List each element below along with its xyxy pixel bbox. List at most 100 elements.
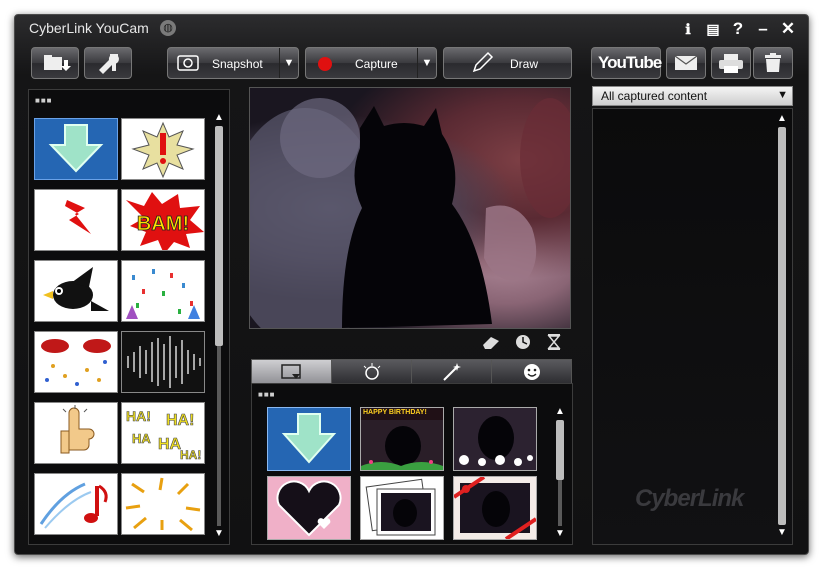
- clock-icon[interactable]: [514, 333, 532, 351]
- delete-button[interactable]: [753, 47, 793, 79]
- youtube-button[interactable]: YouTube: [591, 47, 662, 79]
- bubbles-effect: [459, 416, 533, 466]
- chevron-down-icon[interactable]: ▼: [777, 89, 788, 101]
- effect-heart-frame[interactable]: [267, 476, 351, 540]
- print-button[interactable]: [711, 47, 751, 79]
- open-folder-icon: [44, 55, 71, 71]
- tab-magic[interactable]: [411, 359, 492, 384]
- captured-scroll-thumb[interactable]: [778, 127, 786, 525]
- effects-panel-scrollbar[interactable]: ▲ ▼: [554, 406, 566, 540]
- svg-text:HA!: HA!: [180, 448, 201, 462]
- info-icon[interactable]: ℹ: [677, 18, 699, 40]
- content-filter-dropdown[interactable]: All captured content ▼: [592, 86, 793, 106]
- left-panel-scrollbar[interactable]: ▲ ▼: [213, 112, 225, 540]
- svg-text:HA!: HA!: [166, 412, 194, 429]
- happy-birthday-effect: [361, 408, 443, 470]
- bam-comic-icon: BAM!: [126, 192, 204, 250]
- tab-frames[interactable]: [251, 359, 332, 384]
- captured-scroll-up-arrow[interactable]: ▲: [776, 113, 788, 125]
- content-filter-value: All captured content: [601, 89, 708, 103]
- download-arrow-effect: [281, 413, 337, 464]
- draw-label: Draw: [510, 57, 539, 71]
- sparks-icon: [125, 477, 201, 532]
- effect-happy-birthday[interactable]: HAPPY BIRTHDAY!: [360, 407, 444, 471]
- bird-icon: [43, 267, 109, 311]
- captured-scroll-down-arrow[interactable]: ▼: [776, 527, 788, 539]
- effects-thumbnail-panel: ■■■ HAPPY BIRTHDAY! ▲ ▼: [251, 383, 573, 545]
- pencil-icon: [472, 51, 494, 73]
- tile-sound-wave[interactable]: [121, 331, 205, 393]
- snapshot-dropdown-arrow[interactable]: ▼: [279, 48, 298, 78]
- svg-text:HA: HA: [132, 431, 151, 446]
- hourglass-icon[interactable]: [546, 333, 562, 351]
- haha-text-icon: HA! HA!HA HAHA!: [126, 408, 202, 463]
- lightning-bolt-icon: [65, 200, 91, 234]
- tools-button[interactable]: [84, 47, 132, 79]
- tools-icon: [99, 54, 119, 74]
- cyberlink-watermark: CyberLink: [635, 485, 744, 512]
- captured-content-panel: ▲ ▼: [592, 108, 793, 545]
- effects-scroll-thumb[interactable]: [556, 420, 564, 480]
- email-button[interactable]: [666, 47, 706, 79]
- scroll-up-arrow[interactable]: ▲: [213, 112, 225, 124]
- capture-button[interactable]: Capture ▼: [305, 47, 437, 79]
- settings-icon[interactable]: ▤: [702, 18, 724, 40]
- svg-text:HA!: HA!: [126, 408, 151, 424]
- effects-scroll-down-arrow[interactable]: ▼: [554, 528, 566, 540]
- snapshot-label: Snapshot: [212, 57, 263, 71]
- effect-download-arrow[interactable]: [267, 407, 351, 471]
- heart-frame-effect: [276, 480, 342, 537]
- tile-lightning-bolt[interactable]: [34, 189, 118, 251]
- minimize-icon[interactable]: –: [752, 18, 774, 40]
- ribbon-frame-effect: [454, 477, 536, 539]
- snapshot-button[interactable]: Snapshot ▼: [167, 47, 299, 79]
- effects-panel-header: ■■■: [258, 390, 276, 399]
- youcam-window: CyberLink YouCam ◍ ℹ ▤ ? – ✕ Snapshot ▼ …: [14, 14, 809, 555]
- frame-tab-icon: [280, 364, 301, 379]
- tile-lips-confetti[interactable]: [34, 331, 118, 393]
- eraser-icon[interactable]: [481, 333, 501, 351]
- title-bar: CyberLink YouCam ◍ ℹ ▤ ? – ✕: [15, 15, 808, 43]
- thumbs-up-icon: [60, 405, 95, 454]
- tab-emotions[interactable]: [331, 359, 412, 384]
- globe-icon[interactable]: ◍: [160, 20, 176, 36]
- open-folder-button[interactable]: [31, 47, 79, 79]
- confetti-icon: [126, 269, 200, 319]
- effect-bubbles[interactable]: [453, 407, 537, 471]
- webcam-image: [250, 98, 570, 328]
- exclamation-burst-icon: [131, 121, 195, 179]
- effects-tab-bar: [251, 359, 572, 384]
- effects-scroll-up-arrow[interactable]: ▲: [554, 406, 566, 418]
- happy-birthday-text: HAPPY BIRTHDAY!: [363, 409, 427, 416]
- draw-button[interactable]: Draw: [443, 47, 572, 79]
- sound-wave-icon: [127, 336, 201, 388]
- tile-music-note[interactable]: [34, 473, 118, 535]
- close-icon[interactable]: ✕: [777, 18, 799, 40]
- svg-text:HA: HA: [158, 436, 182, 453]
- help-icon[interactable]: ?: [727, 18, 749, 40]
- tile-thumbs-up[interactable]: [34, 402, 118, 464]
- webcam-preview: [249, 87, 571, 329]
- scroll-thumb[interactable]: [215, 126, 223, 346]
- emotion-tab-icon: [363, 363, 380, 380]
- scroll-down-arrow[interactable]: ▼: [213, 528, 225, 540]
- captured-content-scrollbar[interactable]: ▲ ▼: [776, 113, 788, 539]
- download-arrow-icon: [48, 124, 104, 173]
- music-note-icon: [39, 482, 108, 529]
- youtube-label: YouTube: [598, 53, 662, 72]
- effect-photo-stack[interactable]: [360, 476, 444, 540]
- effect-ribbon-frame[interactable]: [453, 476, 537, 540]
- tile-bird[interactable]: [34, 260, 118, 322]
- magic-wand-tab-icon: [442, 363, 461, 381]
- tile-download-arrow[interactable]: [34, 118, 118, 180]
- window-title: CyberLink YouCam: [29, 20, 149, 36]
- tile-confetti[interactable]: [121, 260, 205, 322]
- tile-bam-comic[interactable]: BAM!: [121, 189, 205, 251]
- capture-dropdown-arrow[interactable]: ▼: [417, 48, 436, 78]
- tile-exclamation-burst[interactable]: [121, 118, 205, 180]
- smiley-tab-icon: [523, 364, 540, 380]
- tile-sparks[interactable]: [121, 473, 205, 535]
- tile-haha-text[interactable]: HA! HA! HA HA HA!: [121, 402, 205, 464]
- svg-text:BAM!: BAM!: [137, 213, 189, 235]
- tab-avatars[interactable]: [491, 359, 572, 384]
